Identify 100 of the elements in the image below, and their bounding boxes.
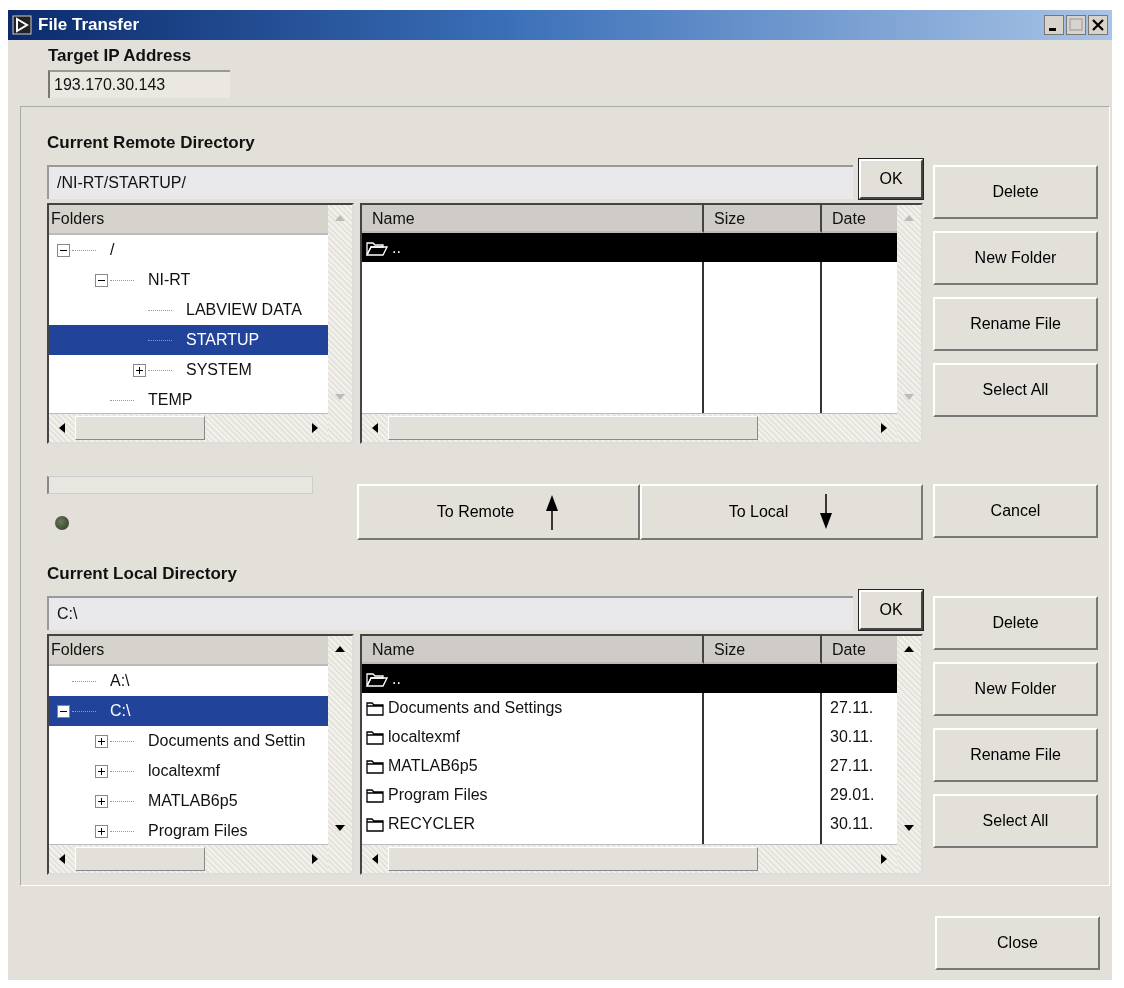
column-header[interactable]: Size: [704, 636, 822, 664]
scroll-down-icon[interactable]: [334, 823, 346, 833]
folder-name: localtexmf: [148, 762, 221, 780]
horizontal-scrollbar[interactable]: [362, 844, 897, 873]
collapse-icon[interactable]: [57, 243, 70, 257]
file-row[interactable]: RECYCLER 30.11.: [362, 809, 897, 838]
file-row[interactable]: MATLAB6p5 27.11.: [362, 751, 897, 780]
horizontal-scrollbar[interactable]: [362, 413, 897, 442]
collapse-icon[interactable]: [57, 704, 70, 718]
folder-icon: [366, 815, 384, 832]
folder-name: Documents and Settin: [148, 732, 306, 750]
folder-name: Program Files: [148, 822, 248, 840]
close-button[interactable]: [1088, 15, 1108, 35]
scroll-down-icon[interactable]: [903, 823, 915, 833]
folder-icon: [366, 699, 384, 716]
file-name: ..: [392, 238, 401, 257]
expand-icon[interactable]: [95, 824, 108, 838]
tree-item[interactable]: C:\: [49, 696, 328, 726]
action-button[interactable]: Rename File: [933, 297, 1098, 351]
file-row[interactable]: localtexmf 30.11.: [362, 722, 897, 751]
tree-item[interactable]: STARTUP: [49, 325, 328, 355]
file-name: Documents and Settings: [388, 698, 563, 717]
window-title: File Transfer: [38, 15, 140, 35]
file-row[interactable]: Program Files 29.01.: [362, 780, 897, 809]
directory-label: Current Local Directory: [47, 564, 238, 584]
file-name: MATLAB6p5: [388, 756, 478, 775]
tree-item[interactable]: MATLAB6p5: [49, 786, 328, 816]
action-button[interactable]: Rename File: [933, 728, 1098, 782]
folder-name: C:\: [110, 702, 131, 720]
file-row[interactable]: ..: [362, 664, 897, 693]
tree-item[interactable]: LABVIEW DATA: [49, 295, 328, 325]
folder-name: A:\: [110, 672, 130, 690]
tree-header: Folders: [49, 636, 328, 666]
tree-item[interactable]: SYSTEM: [49, 355, 328, 385]
down-arrow-icon: [818, 493, 835, 531]
open-folder-icon: [366, 670, 388, 687]
file-date: 29.01.: [830, 785, 875, 804]
file-name: ..: [392, 669, 401, 688]
folder-icon: [366, 757, 384, 774]
column-header[interactable]: Name: [362, 636, 704, 664]
collapse-icon[interactable]: [95, 273, 108, 287]
column-header[interactable]: Date: [822, 636, 897, 664]
folder-name: TEMP: [148, 391, 193, 409]
file-name: Program Files: [388, 785, 488, 804]
file-name: localtexmf: [388, 727, 461, 746]
action-button[interactable]: Delete: [933, 165, 1098, 219]
file-row[interactable]: Documents and Settings 27.11.: [362, 693, 897, 722]
column-header[interactable]: Size: [704, 205, 822, 233]
tree-item[interactable]: NI-RT: [49, 265, 328, 295]
transfer-button[interactable]: To Local: [640, 484, 923, 540]
scroll-up-icon[interactable]: [903, 644, 915, 654]
file-row[interactable]: ..: [362, 233, 897, 262]
expand-icon[interactable]: [95, 764, 108, 778]
file-date: 27.11.: [830, 698, 874, 717]
folder-name: MATLAB6p5: [148, 792, 238, 810]
action-button[interactable]: New Folder: [933, 662, 1098, 716]
action-button[interactable]: Delete: [933, 596, 1098, 650]
path-field[interactable]: /NI-RT/STARTUP/: [47, 165, 853, 199]
tree-item[interactable]: Program Files: [49, 816, 328, 844]
up-arrow-icon: [544, 493, 561, 531]
minimize-button[interactable]: [1044, 15, 1064, 35]
ip-label: Target IP Address: [48, 46, 192, 66]
horizontal-scrollbar[interactable]: [49, 413, 328, 442]
folder-name: /: [110, 241, 115, 259]
file-date: 30.11.: [830, 727, 874, 746]
close-button[interactable]: Close: [935, 916, 1100, 970]
column-header[interactable]: Date: [822, 205, 897, 233]
ok-button[interactable]: OK: [859, 159, 923, 199]
action-button[interactable]: Select All: [933, 794, 1098, 848]
folder-icon: [366, 728, 384, 745]
tree-item[interactable]: /: [49, 235, 328, 265]
tree-item[interactable]: localtexmf: [49, 756, 328, 786]
tree-item[interactable]: A:\: [49, 666, 328, 696]
action-button[interactable]: Select All: [933, 363, 1098, 417]
folder-name: SYSTEM: [186, 361, 252, 379]
horizontal-scrollbar[interactable]: [49, 844, 328, 873]
tree-item[interactable]: TEMP: [49, 385, 328, 413]
folder-icon: [366, 786, 384, 803]
transfer-button[interactable]: To Remote: [357, 484, 640, 540]
tree-header: Folders: [49, 205, 328, 235]
file-name: RECYCLER: [388, 814, 476, 833]
ip-field[interactable]: 193.170.30.143: [48, 70, 230, 98]
app-icon: [12, 15, 32, 35]
expand-icon[interactable]: [95, 794, 108, 808]
vertical-scrollbar[interactable]: [328, 636, 352, 873]
cancel-button[interactable]: Cancel: [933, 484, 1098, 538]
expand-icon[interactable]: [95, 734, 108, 748]
column-header[interactable]: Name: [362, 205, 704, 233]
vertical-scrollbar[interactable]: [897, 636, 921, 873]
expand-icon[interactable]: [133, 363, 146, 377]
ok-button[interactable]: OK: [859, 590, 923, 630]
directory-label: Current Remote Directory: [47, 133, 256, 153]
file-date: 27.11.: [830, 756, 874, 775]
tree-item[interactable]: Documents and Settin: [49, 726, 328, 756]
folder-name: NI-RT: [148, 271, 191, 289]
scroll-up-icon[interactable]: [334, 644, 346, 654]
action-button[interactable]: New Folder: [933, 231, 1098, 285]
path-field[interactable]: C:\: [47, 596, 853, 630]
file-date: 30.11.: [830, 814, 874, 833]
folder-name: STARTUP: [186, 331, 260, 349]
